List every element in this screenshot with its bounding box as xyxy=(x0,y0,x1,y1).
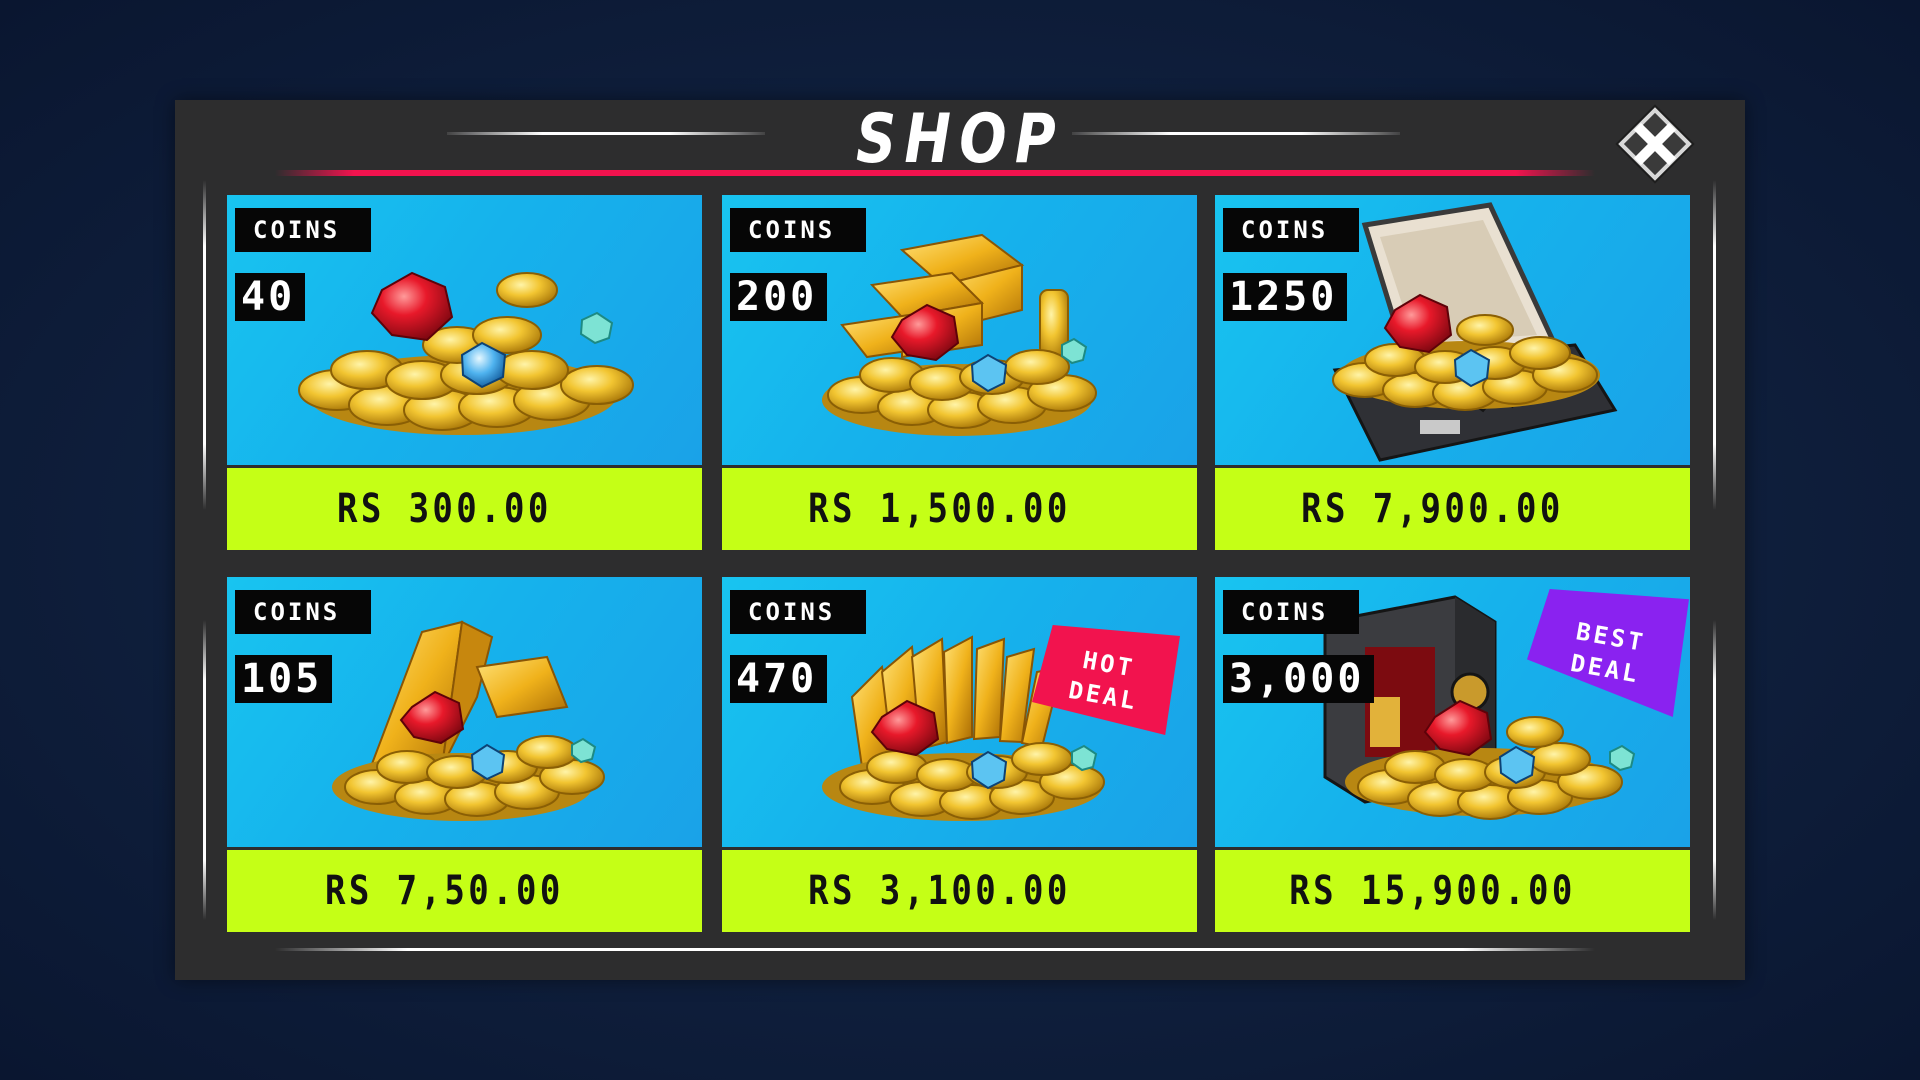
coin-amount: 105 xyxy=(235,655,333,703)
coins-label: COINS xyxy=(235,590,371,634)
side-line xyxy=(203,180,206,510)
badge-label: HOT DEAL xyxy=(1066,645,1141,716)
side-line xyxy=(1713,620,1716,920)
price-bar[interactable]: RS 7,50.00 xyxy=(227,850,702,932)
coins-label: COINS xyxy=(730,590,866,634)
side-line xyxy=(1713,180,1716,510)
bottom-line xyxy=(275,948,1595,951)
coin-amount: 470 xyxy=(730,655,828,703)
shop-title: SHOP xyxy=(856,100,1064,179)
price-bar[interactable]: RS 15,900.00 xyxy=(1215,850,1690,932)
shop-panel: SHOP COINS 40 RS 300.00 COINS 200 RS 1,5… xyxy=(175,100,1745,980)
price-label: RS 1,500.00 xyxy=(808,486,1071,532)
shop-item-card[interactable]: COINS 40 RS 300.00 xyxy=(227,195,702,550)
shop-item-card[interactable]: COINS 1250 RS 7,900.00 xyxy=(1215,195,1690,550)
item-image: COINS 1250 xyxy=(1215,195,1690,465)
price-label: RS 3,100.00 xyxy=(808,868,1071,914)
coin-amount: 3,000 xyxy=(1223,655,1375,703)
price-label: RS 7,50.00 xyxy=(325,868,564,914)
coin-amount: 200 xyxy=(730,273,828,321)
title-accent-line xyxy=(275,170,1595,176)
shop-item-card[interactable]: COINS 470 HOT DEAL RS 3,100.00 xyxy=(722,577,1197,932)
coin-amount: 40 xyxy=(235,273,306,321)
close-button[interactable] xyxy=(1615,104,1695,184)
side-line xyxy=(203,620,206,920)
shop-item-card[interactable]: COINS 200 RS 1,500.00 xyxy=(722,195,1197,550)
coins-label: COINS xyxy=(730,208,866,252)
price-bar[interactable]: RS 300.00 xyxy=(227,468,702,550)
coins-label: COINS xyxy=(1223,590,1359,634)
shop-item-card[interactable]: COINS 3,000 BEST DEAL RS 15,900.00 xyxy=(1215,577,1690,932)
coins-label: COINS xyxy=(1223,208,1359,252)
shop-item-card[interactable]: COINS 105 RS 7,50.00 xyxy=(227,577,702,932)
price-bar[interactable]: RS 7,900.00 xyxy=(1215,468,1690,550)
price-bar[interactable]: RS 3,100.00 xyxy=(722,850,1197,932)
close-icon xyxy=(1633,122,1677,166)
price-bar[interactable]: RS 1,500.00 xyxy=(722,468,1197,550)
item-image: COINS 105 xyxy=(227,577,702,847)
price-label: RS 300.00 xyxy=(337,486,552,532)
coin-amount: 1250 xyxy=(1223,273,1348,321)
item-image: COINS 3,000 BEST DEAL xyxy=(1215,577,1690,847)
item-image: COINS 200 xyxy=(722,195,1197,465)
item-image: COINS 40 xyxy=(227,195,702,465)
coins-label: COINS xyxy=(235,208,371,252)
price-label: RS 15,900.00 xyxy=(1289,868,1576,914)
price-label: RS 7,900.00 xyxy=(1301,486,1564,532)
item-image: COINS 470 HOT DEAL xyxy=(722,577,1197,847)
